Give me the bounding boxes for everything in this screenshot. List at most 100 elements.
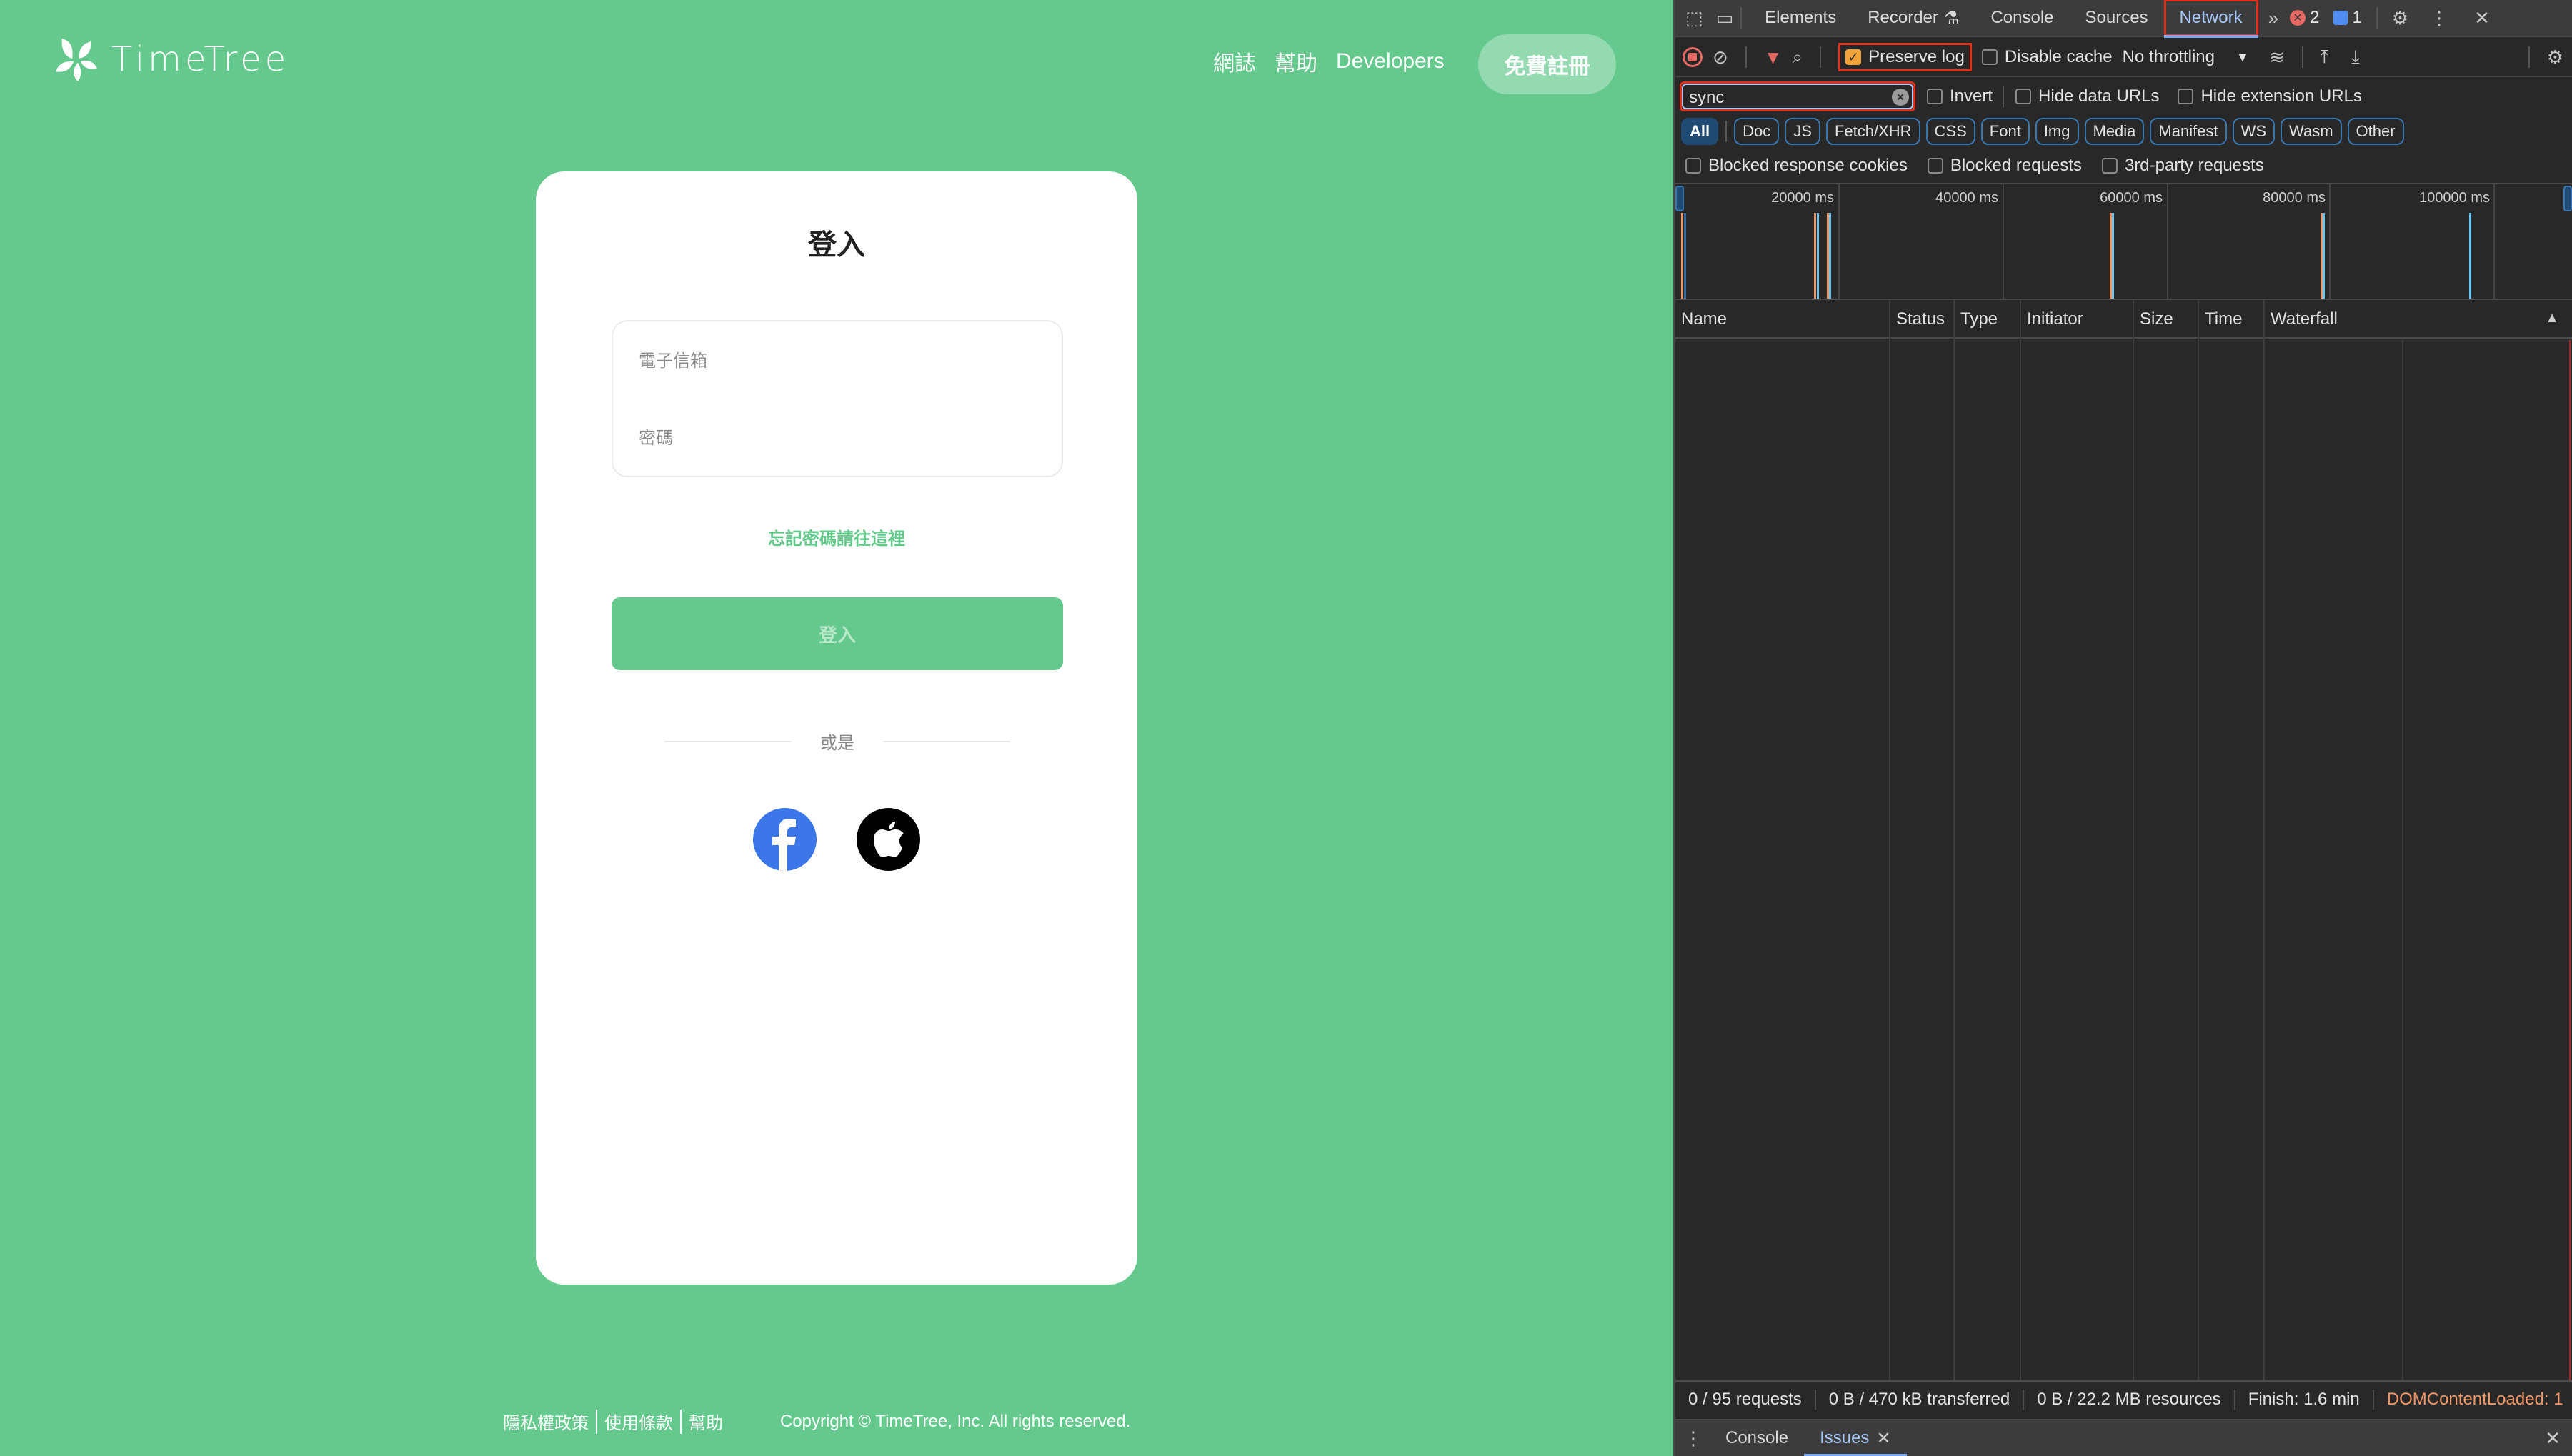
column-divider[interactable]: [2198, 300, 2199, 1380]
throttling-select[interactable]: No throttling ▼: [2123, 47, 2249, 67]
free-register-button[interactable]: 免費註冊: [1478, 34, 1616, 94]
overview-marker: [1681, 213, 1683, 299]
type-filter-ws[interactable]: WS: [2232, 118, 2276, 145]
overview-left-handle[interactable]: [1675, 186, 1684, 211]
column-divider[interactable]: [2133, 300, 2134, 1380]
column-time[interactable]: Time: [2199, 300, 2242, 339]
column-name[interactable]: Name: [1675, 300, 1727, 339]
login-button[interactable]: 登入: [612, 597, 1063, 670]
error-counter[interactable]: ✕ 2: [2290, 8, 2319, 28]
column-waterfall[interactable]: Waterfall: [2265, 300, 2338, 339]
drawer-menu-icon[interactable]: ⋮: [1684, 1427, 1703, 1450]
nav-blog[interactable]: 網誌: [1213, 46, 1256, 77]
search-icon[interactable]: ⌕: [1793, 46, 1803, 69]
overview-marker: [1817, 213, 1819, 299]
timetree-page: TimeTree 網誌 幫助 Developers 免費註冊 登入 忘記密碼請往…: [0, 0, 1673, 1456]
close-issues-tab-icon[interactable]: ✕: [1876, 1428, 1890, 1449]
filter-input[interactable]: [1682, 84, 1913, 109]
checkbox-icon: [1981, 49, 1998, 65]
timetree-logo[interactable]: TimeTree: [56, 37, 289, 81]
device-toolbar-icon[interactable]: ▭: [1716, 7, 1734, 29]
type-filter-img[interactable]: Img: [2035, 118, 2079, 145]
message-icon: [2333, 11, 2348, 25]
tab-network[interactable]: Network: [2163, 0, 2258, 38]
or-text: 或是: [820, 734, 854, 753]
nav-developers[interactable]: Developers: [1336, 49, 1445, 74]
type-filter-js[interactable]: JS: [1785, 118, 1820, 145]
disable-cache-checkbox[interactable]: Disable cache: [1981, 47, 2113, 67]
overview-gridline: [1838, 184, 1840, 299]
message-counter[interactable]: 1: [2333, 8, 2362, 28]
checkbox-icon: [1927, 89, 1943, 104]
type-filter-doc[interactable]: Doc: [1734, 118, 1780, 145]
third-party-checkbox[interactable]: 3rd-party requests: [2101, 156, 2264, 176]
preserve-log-checkbox[interactable]: ✓ Preserve log: [1838, 43, 1972, 71]
apple-login-button[interactable]: [857, 808, 920, 871]
hide-extension-urls-checkbox[interactable]: Hide extension URLs: [2178, 86, 2362, 106]
export-har-icon[interactable]: ⤓: [2351, 46, 2360, 69]
error-icon: ✕: [2290, 10, 2306, 26]
hide-data-urls-checkbox[interactable]: Hide data URLs: [2015, 86, 2159, 106]
invert-checkbox[interactable]: Invert: [1927, 86, 1993, 106]
column-divider[interactable]: [1953, 300, 1955, 1380]
more-tabs-chevron-icon[interactable]: »: [2268, 7, 2278, 29]
footer-privacy-link[interactable]: 隱私權政策: [503, 1409, 589, 1434]
close-devtools-icon[interactable]: ✕: [2474, 7, 2490, 29]
timeline-overview[interactable]: 20000 ms 40000 ms 60000 ms 80000 ms 1000…: [1675, 183, 2572, 299]
type-filter-font[interactable]: Font: [1980, 118, 2030, 145]
login-title: 登入: [808, 229, 865, 261]
drawer-tab-console[interactable]: Console: [1710, 1420, 1804, 1456]
sort-ascending-icon[interactable]: ▲: [2545, 310, 2559, 326]
type-filter-manifest[interactable]: Manifest: [2150, 118, 2227, 145]
blocked-cookies-checkbox[interactable]: Blocked response cookies: [1685, 156, 1908, 176]
column-type[interactable]: Type: [1955, 300, 1998, 339]
network-conditions-icon[interactable]: ≋: [2269, 46, 2285, 69]
hide-data-urls-label: Hide data URLs: [2038, 86, 2160, 106]
type-filter-media[interactable]: Media: [2084, 118, 2145, 145]
column-divider[interactable]: [2263, 300, 2265, 1380]
blocked-requests-checkbox[interactable]: Blocked requests: [1927, 156, 2082, 176]
forgot-password-link[interactable]: 忘記密碼請往這裡: [536, 524, 1137, 549]
footer-terms-link[interactable]: 使用條款: [604, 1409, 673, 1434]
email-input[interactable]: [639, 351, 1039, 372]
type-filter-css[interactable]: CSS: [1925, 118, 1975, 145]
column-divider[interactable]: [2020, 300, 2021, 1380]
nav-help[interactable]: 幫助: [1275, 46, 1317, 77]
network-settings-gear-icon[interactable]: ⚙: [2547, 46, 2563, 69]
footer-help-link[interactable]: 幫助: [689, 1409, 723, 1434]
stop-recording-icon[interactable]: [1683, 47, 1703, 67]
column-divider[interactable]: [1889, 300, 1890, 1380]
tab-console[interactable]: Console: [1975, 0, 2069, 36]
drawer-tab-issues[interactable]: Issues ✕: [1804, 1420, 1908, 1456]
resources-size: 0 B / 22.2 MB resources: [2024, 1390, 2235, 1410]
filter-funnel-icon[interactable]: ▼: [1764, 46, 1783, 69]
type-filter-fetch-xhr[interactable]: Fetch/XHR: [1825, 118, 1920, 145]
facebook-icon: [772, 819, 796, 871]
tab-recorder[interactable]: Recorder ⚗: [1852, 0, 1975, 36]
password-input[interactable]: [639, 429, 1039, 449]
devtools-drawer: ⋮ Console Issues ✕ ✕: [1675, 1419, 2572, 1456]
facebook-login-button[interactable]: [753, 808, 817, 871]
type-filter-all[interactable]: All: [1681, 118, 1719, 145]
column-size[interactable]: Size: [2134, 300, 2173, 339]
checkbox-icon: [1685, 158, 1701, 174]
clear-filter-icon[interactable]: ×: [1892, 89, 1909, 106]
clear-icon[interactable]: ⊘: [1713, 46, 1728, 69]
overview-right-handle[interactable]: [2563, 186, 2572, 211]
apple-icon: [873, 822, 904, 857]
kebab-menu-icon[interactable]: ⋮: [2430, 7, 2448, 29]
third-party-label: 3rd-party requests: [2124, 156, 2264, 175]
devtools-panel: ⬚ ▭ Elements Recorder ⚗ Console Sources N…: [1673, 0, 2572, 1456]
column-status[interactable]: Status: [1890, 300, 1945, 339]
import-har-icon[interactable]: ⤒: [2321, 46, 2329, 69]
column-initiator[interactable]: Initiator: [2021, 300, 2083, 339]
type-filter-wasm[interactable]: Wasm: [2281, 118, 2342, 145]
close-drawer-icon[interactable]: ✕: [2545, 1427, 2561, 1450]
settings-gear-icon[interactable]: ⚙: [2392, 7, 2408, 29]
type-filter-other[interactable]: Other: [2347, 118, 2404, 145]
copyright-text: Copyright © TimeTree, Inc. All rights re…: [780, 1411, 1131, 1431]
tab-elements[interactable]: Elements: [1749, 0, 1852, 36]
tab-sources[interactable]: Sources: [2070, 0, 2164, 36]
inspect-element-icon[interactable]: ⬚: [1685, 7, 1703, 29]
overview-tick-label: 60000 ms: [2100, 190, 2163, 206]
